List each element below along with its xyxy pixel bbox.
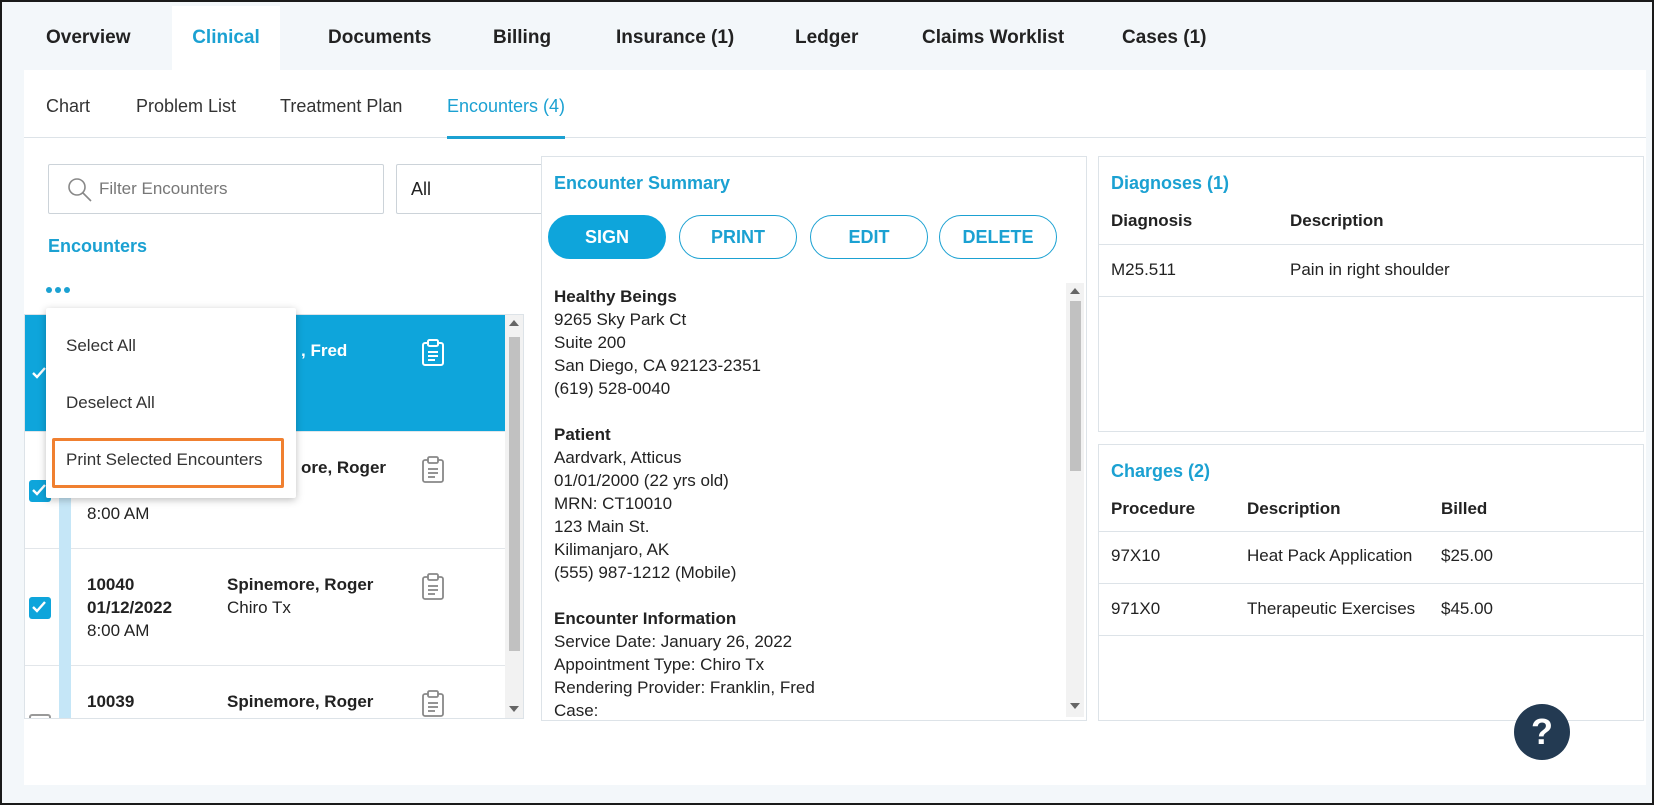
help-button[interactable]: ? — [1514, 704, 1570, 760]
row-checkbox[interactable] — [29, 714, 51, 718]
patient-line: MRN: CT10010 — [554, 494, 673, 513]
facility-line: (619) 528-0040 — [554, 379, 671, 398]
procedure-code: 971X0 — [1111, 599, 1161, 618]
procedure-description: Therapeutic Exercises — [1247, 599, 1416, 618]
encounter-row[interactable]: 10040 01/12/2022 8:00 AM Spinemore, Roge… — [25, 549, 505, 666]
scroll-down-arrow-icon[interactable] — [509, 706, 519, 712]
subtab-chart[interactable]: Chart — [46, 70, 90, 138]
patient-line: 123 Main St. — [554, 517, 650, 536]
menu-select-all[interactable]: Select All — [66, 336, 136, 356]
tab-ledger[interactable]: Ledger — [795, 6, 858, 70]
more-options-icon[interactable] — [46, 280, 76, 300]
encounter-time: 8:00 AM — [87, 621, 150, 640]
procedure-description: Heat Pack Application — [1247, 546, 1413, 565]
facility-line: 9265 Sky Park Ct — [554, 310, 687, 329]
charges-title: Charges (2) — [1111, 461, 1211, 481]
tab-claims-worklist[interactable]: Claims Worklist — [922, 6, 1064, 70]
procedure-header: Procedure — [1111, 499, 1196, 518]
menu-deselect-all[interactable]: Deselect All — [66, 393, 155, 413]
app-frame: Overview Clinical Documents Billing Insu… — [0, 0, 1654, 805]
encounter-provider: ore, Roger — [301, 458, 387, 477]
diagnoses-title: Diagnoses (1) — [1111, 173, 1230, 193]
encounter-date: 01/12/2022 — [87, 598, 173, 617]
billed-amount: $25.00 — [1441, 546, 1493, 565]
tab-documents[interactable]: Documents — [328, 6, 431, 70]
facility-name: Healthy Beings — [554, 287, 677, 306]
encounter-info-line: Rendering Provider: Franklin, Fred — [554, 678, 815, 697]
tab-insurance[interactable]: Insurance (1) — [616, 6, 734, 70]
patient-line: Aardvark, Atticus — [554, 448, 682, 467]
procedure-code: 97X10 — [1111, 546, 1161, 565]
description-header: Description — [1290, 211, 1384, 230]
encounter-provider: , Fred — [301, 341, 348, 360]
encounter-list-scrollbar[interactable] — [505, 315, 523, 718]
patient-line: (555) 987-1212 (Mobile) — [554, 563, 737, 582]
menu-print-selected-encounters[interactable]: Print Selected Encounters — [66, 450, 263, 470]
scroll-thumb[interactable] — [1070, 301, 1081, 471]
patient-line: 01/01/2000 (22 yrs old) — [554, 471, 729, 490]
description-header: Description — [1247, 499, 1341, 518]
diagnosis-header: Diagnosis — [1111, 211, 1193, 230]
subtab-encounters[interactable]: Encounters (4) — [447, 70, 566, 139]
row-strip — [59, 549, 71, 666]
tab-overview[interactable]: Overview — [46, 6, 131, 70]
row-strip — [59, 666, 71, 718]
encounter-summary-panel: Encounter Summary SIGN PRINT EDIT DELETE… — [541, 156, 1087, 721]
tab-clinical[interactable]: Clinical — [172, 6, 280, 70]
encounter-id: 10040 — [87, 575, 135, 594]
edit-button[interactable]: EDIT — [810, 215, 928, 259]
delete-button[interactable]: DELETE — [939, 215, 1057, 259]
filter-encounters-input[interactable] — [99, 165, 379, 213]
encounter-options-menu: Select All Deselect All Print Selected E… — [46, 308, 296, 498]
scroll-thumb[interactable] — [509, 337, 520, 651]
top-tab-bar: Overview Clinical Documents Billing Insu… — [24, 6, 1646, 70]
sub-tab-bar: Chart Problem List Treatment Plan Encoun… — [24, 70, 1646, 139]
tab-billing[interactable]: Billing — [493, 6, 551, 70]
encounter-info-line: Appointment Type: Chiro Tx — [554, 655, 765, 674]
encounter-info-heading: Encounter Information — [554, 609, 737, 628]
encounter-provider: Spinemore, Roger — [227, 692, 374, 711]
encounter-provider: Spinemore, Roger — [227, 575, 374, 594]
encounter-info-line: Case: — [554, 701, 599, 719]
facility-line: Suite 200 — [554, 333, 626, 352]
print-button[interactable]: PRINT — [679, 215, 797, 259]
patient-heading: Patient — [554, 425, 611, 444]
subtab-treatment-plan[interactable]: Treatment Plan — [280, 70, 402, 138]
facility-line: San Diego, CA 92123-2351 — [554, 356, 761, 375]
main-panel: Chart Problem List Treatment Plan Encoun… — [24, 70, 1646, 785]
subtab-problem-list[interactable]: Problem List — [136, 70, 236, 138]
clipboard-icon[interactable] — [421, 456, 445, 484]
diagnosis-description: Pain in right shoulder — [1290, 260, 1450, 279]
diagnosis-code: M25.511 — [1111, 260, 1176, 279]
row-checkbox[interactable] — [29, 597, 51, 619]
encounter-row[interactable]: 10039 Spinemore, Roger — [25, 666, 505, 718]
filter-encounters-field[interactable] — [48, 164, 384, 214]
encounter-id: 10039 — [87, 692, 135, 711]
tab-cases[interactable]: Cases (1) — [1122, 6, 1207, 70]
sign-button[interactable]: SIGN — [548, 215, 666, 259]
encounter-info-line: Service Date: January 26, 2022 — [554, 632, 793, 651]
encounters-heading: Encounters — [48, 236, 148, 256]
charges-panel: Charges (2) Procedure Description Billed… — [1098, 444, 1644, 721]
search-icon — [68, 178, 92, 202]
scroll-up-arrow-icon[interactable] — [1070, 288, 1080, 294]
billed-header: Billed — [1441, 499, 1488, 518]
clipboard-icon[interactable] — [421, 573, 445, 601]
clipboard-icon[interactable] — [421, 339, 445, 367]
summary-scrollbar[interactable] — [1066, 283, 1084, 717]
scroll-up-arrow-icon[interactable] — [509, 320, 519, 326]
select-value: All — [411, 179, 432, 199]
encounter-summary-title: Encounter Summary — [554, 173, 731, 193]
billed-amount: $45.00 — [1441, 599, 1493, 618]
clipboard-icon[interactable] — [421, 690, 445, 718]
encounter-summary-body: Healthy Beings 9265 Sky Park Ct Suite 20… — [554, 285, 1064, 719]
encounter-type: Chiro Tx — [227, 598, 291, 617]
diagnoses-panel: Diagnoses (1) Diagnosis Description M25.… — [1098, 156, 1644, 432]
encounter-time: 8:00 AM — [87, 504, 150, 523]
scroll-down-arrow-icon[interactable] — [1070, 703, 1080, 709]
patient-line: Kilimanjaro, AK — [554, 540, 670, 559]
